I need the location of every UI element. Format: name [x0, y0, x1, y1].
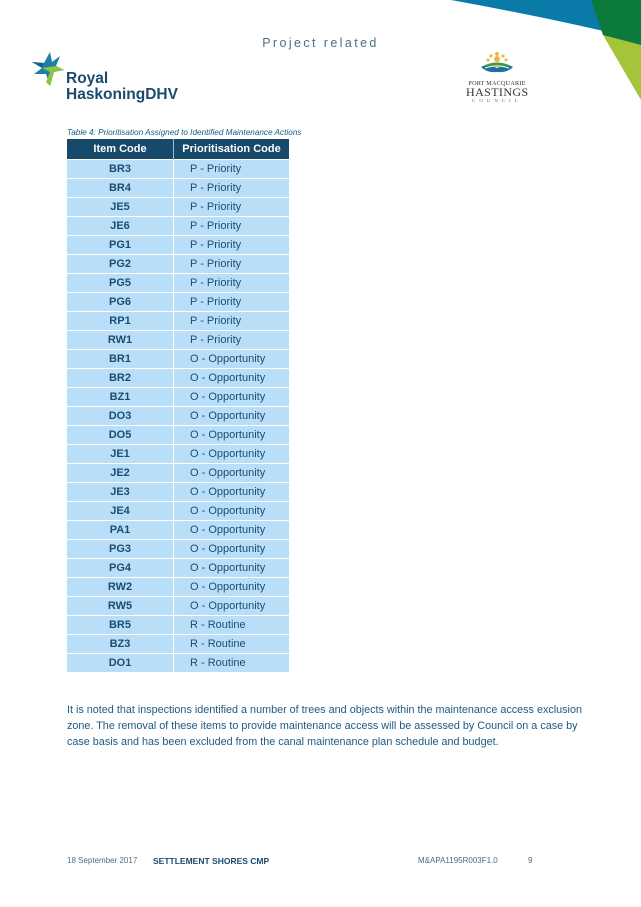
prioritisation-code-cell: O - Opportunity: [173, 501, 289, 521]
table-row: PG5 P - Priority: [67, 273, 289, 293]
item-code-cell: BZ3: [67, 634, 174, 654]
table-row: DO1 R - Routine: [67, 653, 289, 672]
item-code-cell: BR5: [67, 615, 174, 635]
table-header-row: Item Code Prioritisation Code: [67, 139, 289, 160]
prioritisation-code-cell: R - Routine: [173, 634, 289, 654]
logo-line-2: HASTINGS: [466, 85, 529, 99]
prioritisation-code-cell: O - Opportunity: [173, 539, 289, 559]
table-row: PG4 O - Opportunity: [67, 558, 289, 578]
item-code-cell: RW5: [67, 596, 174, 616]
prioritisation-code-cell: P - Priority: [173, 197, 289, 217]
prioritisation-code-cell: O - Opportunity: [173, 387, 289, 407]
table-row: DO5 O - Opportunity: [67, 425, 289, 445]
prioritisation-code-cell: O - Opportunity: [173, 425, 289, 445]
table-row: RW2 O - Opportunity: [67, 577, 289, 597]
table-row: JE6 P - Priority: [67, 216, 289, 236]
prioritisation-code-cell: O - Opportunity: [173, 482, 289, 502]
item-code-cell: BZ1: [67, 387, 174, 407]
port-macquarie-sun-hills-icon: [481, 52, 513, 73]
prioritisation-code-cell: R - Routine: [173, 653, 289, 672]
table-row: PG6 P - Priority: [67, 292, 289, 312]
table-row: RW1 P - Priority: [67, 330, 289, 350]
table-row: BR1 O - Opportunity: [67, 349, 289, 369]
item-code-cell: PA1: [67, 520, 174, 540]
table-row: RW5 O - Opportunity: [67, 596, 289, 616]
prioritisation-table: Item Code Prioritisation Code BR3 P - Pri…: [67, 139, 289, 672]
table-row: DO3 O - Opportunity: [67, 406, 289, 426]
item-code-cell: BR1: [67, 349, 174, 369]
prioritisation-code-cell: R - Routine: [173, 615, 289, 635]
item-code-cell: PG5: [67, 273, 174, 293]
table-row: BZ1 O - Opportunity: [67, 387, 289, 407]
table-row: JE4 O - Opportunity: [67, 501, 289, 521]
logo-line-2: HaskoningDHV: [66, 86, 178, 103]
prioritisation-code-cell: O - Opportunity: [173, 406, 289, 426]
item-code-cell: JE5: [67, 197, 174, 217]
item-code-cell: JE1: [67, 444, 174, 464]
table-row: PA1 O - Opportunity: [67, 520, 289, 540]
prioritisation-code-cell: P - Priority: [173, 235, 289, 255]
item-code-cell: BR2: [67, 368, 174, 388]
column-header-item-code: Item Code: [67, 139, 174, 160]
item-code-cell: BR4: [67, 178, 174, 198]
item-code-cell: PG2: [67, 254, 174, 274]
column-header-prioritisation-code: Prioritisation Code: [173, 139, 289, 160]
table-row: BZ3 R - Routine: [67, 634, 289, 654]
prioritisation-code-cell: O - Opportunity: [173, 596, 289, 616]
footer-reference: M&APA1195R003F1.0: [418, 856, 498, 865]
item-code-cell: RW1: [67, 330, 174, 350]
item-code-cell: RP1: [67, 311, 174, 331]
body-paragraph: It is noted that inspections identified …: [67, 704, 582, 748]
prioritisation-code-cell: O - Opportunity: [173, 558, 289, 578]
logo-line-1: Royal: [66, 70, 109, 87]
item-code-cell: PG6: [67, 292, 174, 312]
item-code-cell: JE3: [67, 482, 174, 502]
item-code-cell: RW2: [67, 577, 174, 597]
table-row: BR3 P - Priority: [67, 159, 289, 179]
port-macquarie-hastings-logo: PORT MACQUARIE HASTINGS COUNCIL: [466, 48, 528, 110]
prioritisation-code-cell: P - Priority: [173, 159, 289, 179]
prioritisation-code-cell: P - Priority: [173, 216, 289, 236]
logo-line-3: COUNCIL: [472, 98, 522, 103]
table-row: PG3 O - Opportunity: [67, 539, 289, 559]
prioritisation-code-cell: O - Opportunity: [173, 368, 289, 388]
prioritisation-code-cell: O - Opportunity: [173, 520, 289, 540]
footer-document-title: SETTLEMENT SHORES CMP: [153, 856, 270, 866]
item-code-cell: DO5: [67, 425, 174, 445]
item-code-cell: JE2: [67, 463, 174, 483]
table-row: BR4 P - Priority: [67, 178, 289, 198]
prioritisation-code-cell: P - Priority: [173, 330, 289, 350]
footer-page-number: 9: [528, 856, 533, 865]
table-row: BR2 O - Opportunity: [67, 368, 289, 388]
item-code-cell: PG4: [67, 558, 174, 578]
table-row: JE2 O - Opportunity: [67, 463, 289, 483]
table-row: JE1 O - Opportunity: [67, 444, 289, 464]
item-code-cell: BR3: [67, 159, 174, 179]
item-code-cell: PG1: [67, 235, 174, 255]
prioritisation-code-cell: O - Opportunity: [173, 349, 289, 369]
prioritisation-code-cell: P - Priority: [173, 254, 289, 274]
prioritisation-code-cell: O - Opportunity: [173, 444, 289, 464]
prioritisation-code-cell: P - Priority: [173, 292, 289, 312]
item-code-cell: DO3: [67, 406, 174, 426]
item-code-cell: PG3: [67, 539, 174, 559]
table-row: JE3 O - Opportunity: [67, 482, 289, 502]
table-row: RP1 P - Priority: [67, 311, 289, 331]
prioritisation-code-cell: P - Priority: [173, 273, 289, 293]
prioritisation-code-cell: O - Opportunity: [173, 463, 289, 483]
footer-date: 18 September 2017: [67, 856, 138, 865]
prioritisation-code-cell: P - Priority: [173, 178, 289, 198]
item-code-cell: JE4: [67, 501, 174, 521]
item-code-cell: DO1: [67, 653, 174, 672]
table-row: BR5 R - Routine: [67, 615, 289, 635]
table-caption: Table 4: Prioritisation Assigned to Iden…: [67, 128, 302, 137]
table-row: PG1 P - Priority: [67, 235, 289, 255]
prioritisation-code-cell: O - Opportunity: [173, 577, 289, 597]
prioritisation-code-cell: P - Priority: [173, 311, 289, 331]
table-row: PG2 P - Priority: [67, 254, 289, 274]
item-code-cell: JE6: [67, 216, 174, 236]
table-row: JE5 P - Priority: [67, 197, 289, 217]
